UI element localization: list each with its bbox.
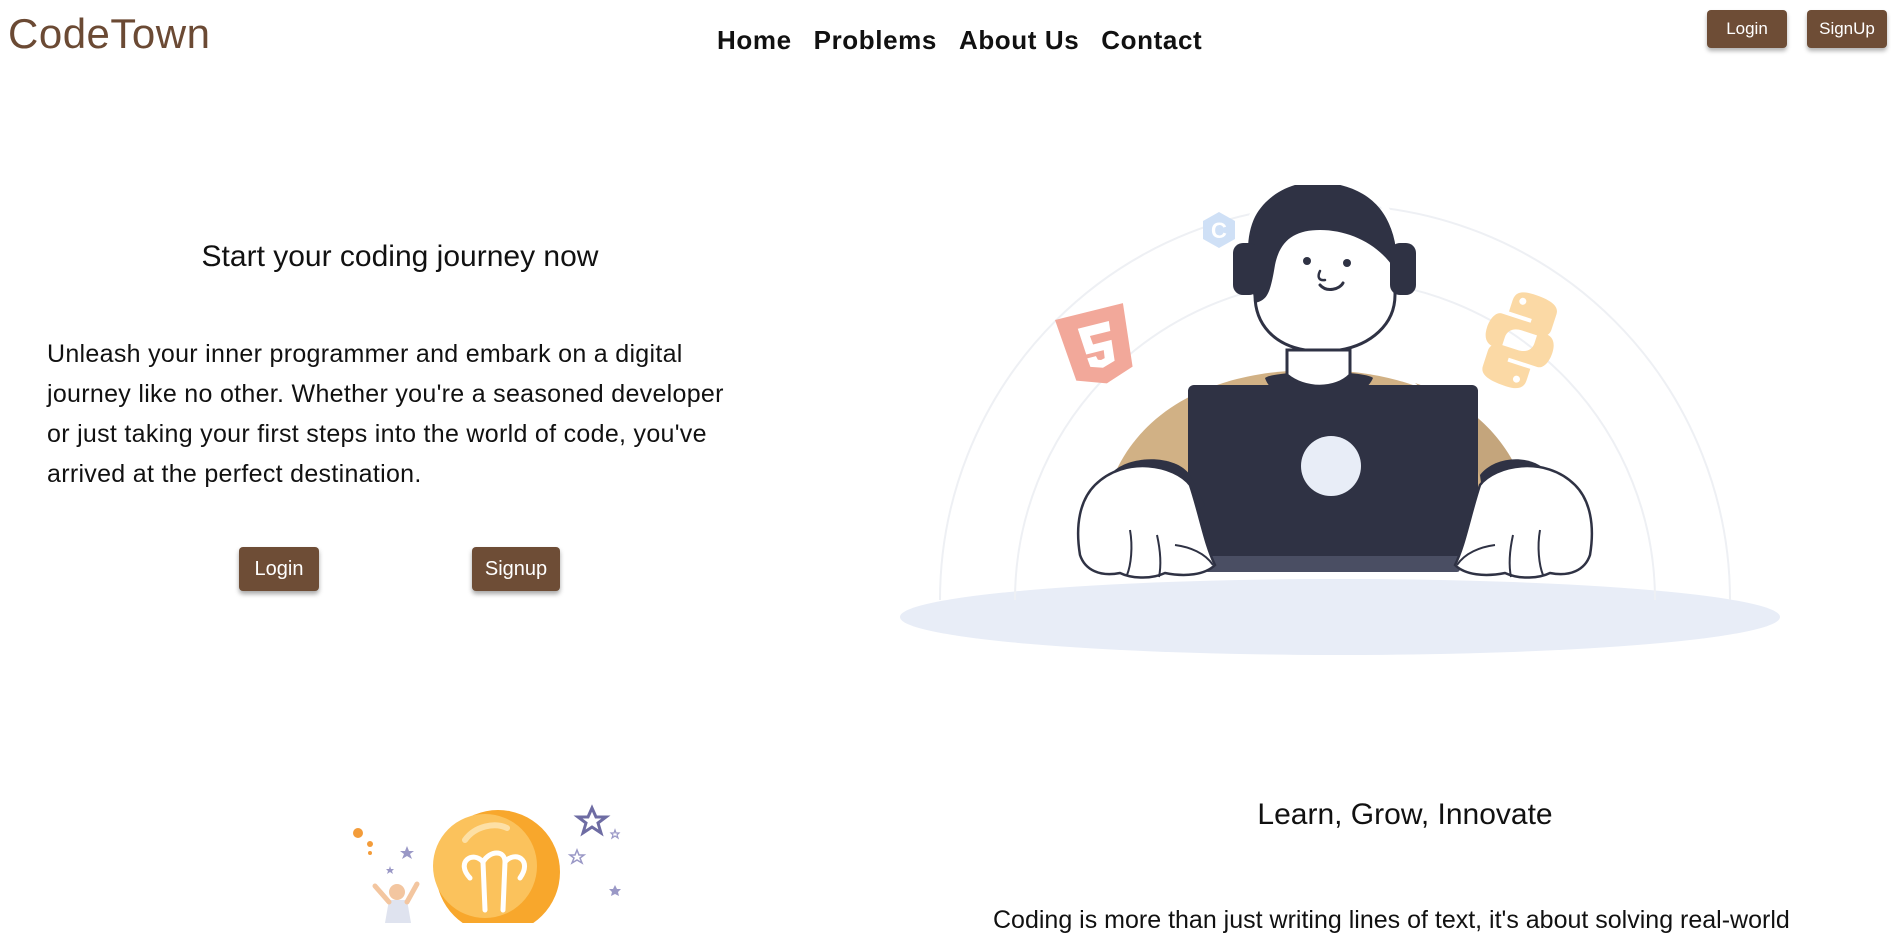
- hero-signup-button[interactable]: Signup: [472, 547, 560, 591]
- outline-star-icon: [573, 804, 611, 837]
- svg-text:C: C: [1211, 218, 1227, 243]
- left-earcup: [1233, 243, 1259, 295]
- hero-description: Unleash your inner programmer and embark…: [47, 340, 724, 488]
- neck: [1285, 348, 1352, 388]
- person-figure: [372, 881, 420, 923]
- brand-logo[interactable]: CodeTown: [8, 10, 210, 58]
- c-language-icon: C: [1203, 212, 1235, 248]
- developer-head: [1233, 185, 1416, 352]
- laptop-base: [1205, 556, 1460, 572]
- section2-description: Coding is more than just writing lines o…: [993, 906, 1790, 934]
- nav-about-us[interactable]: About Us: [959, 25, 1079, 56]
- main-nav: Home Problems About Us Contact: [717, 25, 1202, 56]
- html5-icon: [1055, 303, 1133, 384]
- nav-contact[interactable]: Contact: [1101, 25, 1202, 56]
- lightbulb-idea-illustration: [353, 804, 621, 923]
- nav-problems[interactable]: Problems: [814, 25, 937, 56]
- floor-shadow: [900, 579, 1780, 655]
- right-earcup: [1390, 243, 1416, 295]
- hero-login-button[interactable]: Login: [239, 547, 319, 591]
- python-icon: [1482, 292, 1557, 389]
- header-login-button[interactable]: Login: [1707, 10, 1787, 48]
- developer-with-laptop-illustration: C: [900, 185, 1780, 655]
- nav-home[interactable]: Home: [717, 25, 792, 56]
- section2-title: Learn, Grow, Innovate: [1257, 798, 1553, 831]
- laptop-logo: [1301, 436, 1361, 496]
- hero-title: Start your coding journey now: [201, 240, 599, 273]
- header-signup-button[interactable]: SignUp: [1807, 10, 1887, 48]
